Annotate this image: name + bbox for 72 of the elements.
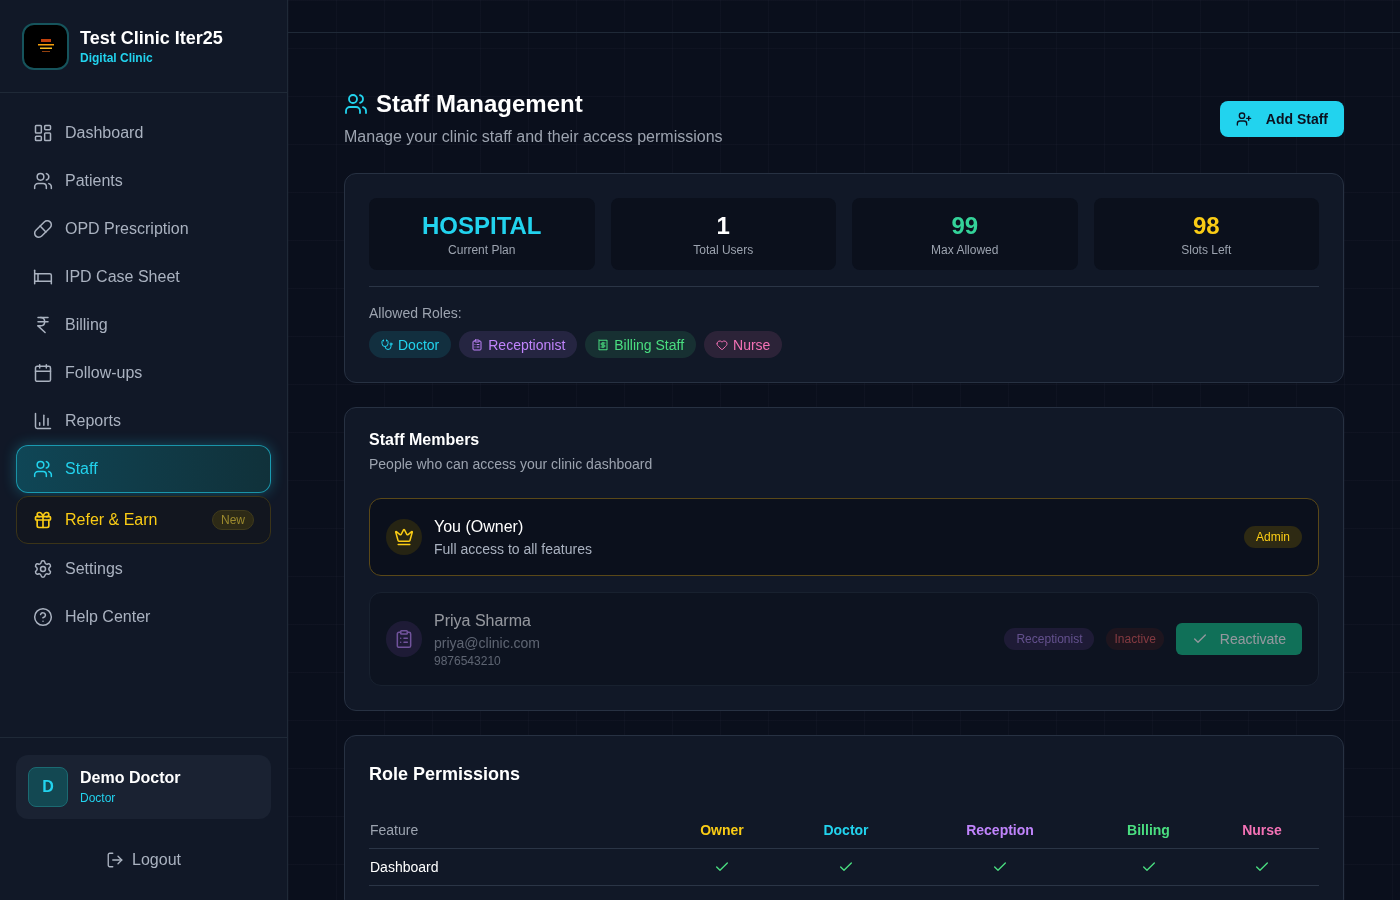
nav-item[interactable]: Follow-ups xyxy=(16,349,271,397)
crown-icon xyxy=(386,519,422,555)
admin-badge: Admin xyxy=(1244,526,1302,548)
clipboard-icon xyxy=(471,338,484,351)
column-header: Feature xyxy=(370,821,419,840)
page-subtitle: Manage your clinic staff and their access permissions xyxy=(344,127,723,147)
nav-item[interactable]: Patients xyxy=(16,157,271,205)
clinic-name: Test Clinic Iter25 xyxy=(80,27,223,50)
stat-label: Current Plan xyxy=(448,242,516,258)
page-title: Staff Management xyxy=(376,89,583,119)
stat-label: Total Users xyxy=(693,242,754,258)
table-cell-text: Dashboard xyxy=(370,858,439,877)
nav-item[interactable]: Billing xyxy=(16,301,271,349)
add-staff-button[interactable]: Add Staff xyxy=(1219,101,1344,137)
users-icon xyxy=(344,92,368,116)
dashboard-icon xyxy=(33,123,53,143)
logout-button[interactable]: Logout xyxy=(94,842,193,878)
nav-item[interactable]: Dashboard xyxy=(16,109,271,157)
column-header: Owner xyxy=(700,821,744,840)
help-icon xyxy=(33,607,53,627)
user-plus-icon xyxy=(1235,111,1252,127)
heart-icon xyxy=(716,338,729,351)
clinic-subtitle: Digital Clinic xyxy=(80,50,154,66)
stat-value: 1 xyxy=(716,211,730,241)
logo-icon xyxy=(22,22,69,70)
gift-icon xyxy=(33,510,53,530)
stat-label: Slots Left xyxy=(1181,242,1232,258)
role-badge: Receptionist xyxy=(1004,628,1095,650)
allowed-roles-label: Allowed Roles: xyxy=(369,304,463,323)
nav-item[interactable]: IPD Case Sheet xyxy=(16,253,271,301)
status-badge: Inactive xyxy=(1106,628,1164,650)
section-title: Staff Members xyxy=(369,430,481,450)
new-badge: New xyxy=(212,510,254,530)
user-name: Demo Doctor xyxy=(80,768,181,788)
users-icon xyxy=(33,171,53,191)
dollar-bill-icon xyxy=(597,338,610,351)
role-chip: Nurse xyxy=(704,331,783,358)
bed-icon xyxy=(33,267,53,287)
member-detail: Full access to all features xyxy=(434,540,593,559)
users-icon xyxy=(33,459,53,479)
stethoscope-icon xyxy=(381,338,393,351)
column-header: Billing xyxy=(1127,821,1170,840)
settings-icon xyxy=(33,559,53,579)
stat-value: HOSPITAL xyxy=(421,211,542,241)
column-header: Doctor xyxy=(823,821,869,840)
user-avatar: D xyxy=(28,767,68,807)
nav-item[interactable]: Settings xyxy=(16,545,271,593)
section-title: Role Permissions xyxy=(369,763,522,786)
role-chip: Doctor xyxy=(369,331,452,358)
member-email: priya@clinic.com xyxy=(434,634,541,653)
nav-item[interactable]: Staff xyxy=(16,445,271,493)
nav-item[interactable]: Refer & Earn New xyxy=(16,496,271,544)
role-chip: Billing Staff xyxy=(585,331,697,358)
nav-item[interactable]: OPD Prescription xyxy=(16,205,271,253)
member-name: Priya Sharma xyxy=(434,611,532,631)
calendar-icon xyxy=(33,363,53,383)
clipboard-icon xyxy=(386,621,422,657)
section-subtitle: People who can access your clinic dashboard xyxy=(369,455,654,474)
pill-icon xyxy=(33,219,53,239)
nav-item[interactable]: Help Center xyxy=(16,593,271,641)
stat-value: 99 xyxy=(951,211,979,241)
role-chip: Receptionist xyxy=(459,331,578,358)
stat-label: Max Allowed xyxy=(931,242,999,258)
bar-chart-icon xyxy=(33,411,53,431)
member-phone: 9876543210 xyxy=(434,653,502,669)
logout-icon xyxy=(106,851,125,869)
column-header: Reception xyxy=(966,821,1034,840)
user-role: Doctor xyxy=(80,790,117,806)
column-header: Nurse xyxy=(1242,821,1282,840)
member-name: You (Owner) xyxy=(434,517,525,537)
nav-item[interactable]: Reports xyxy=(16,397,271,445)
stat-value: 98 xyxy=(1192,211,1220,241)
